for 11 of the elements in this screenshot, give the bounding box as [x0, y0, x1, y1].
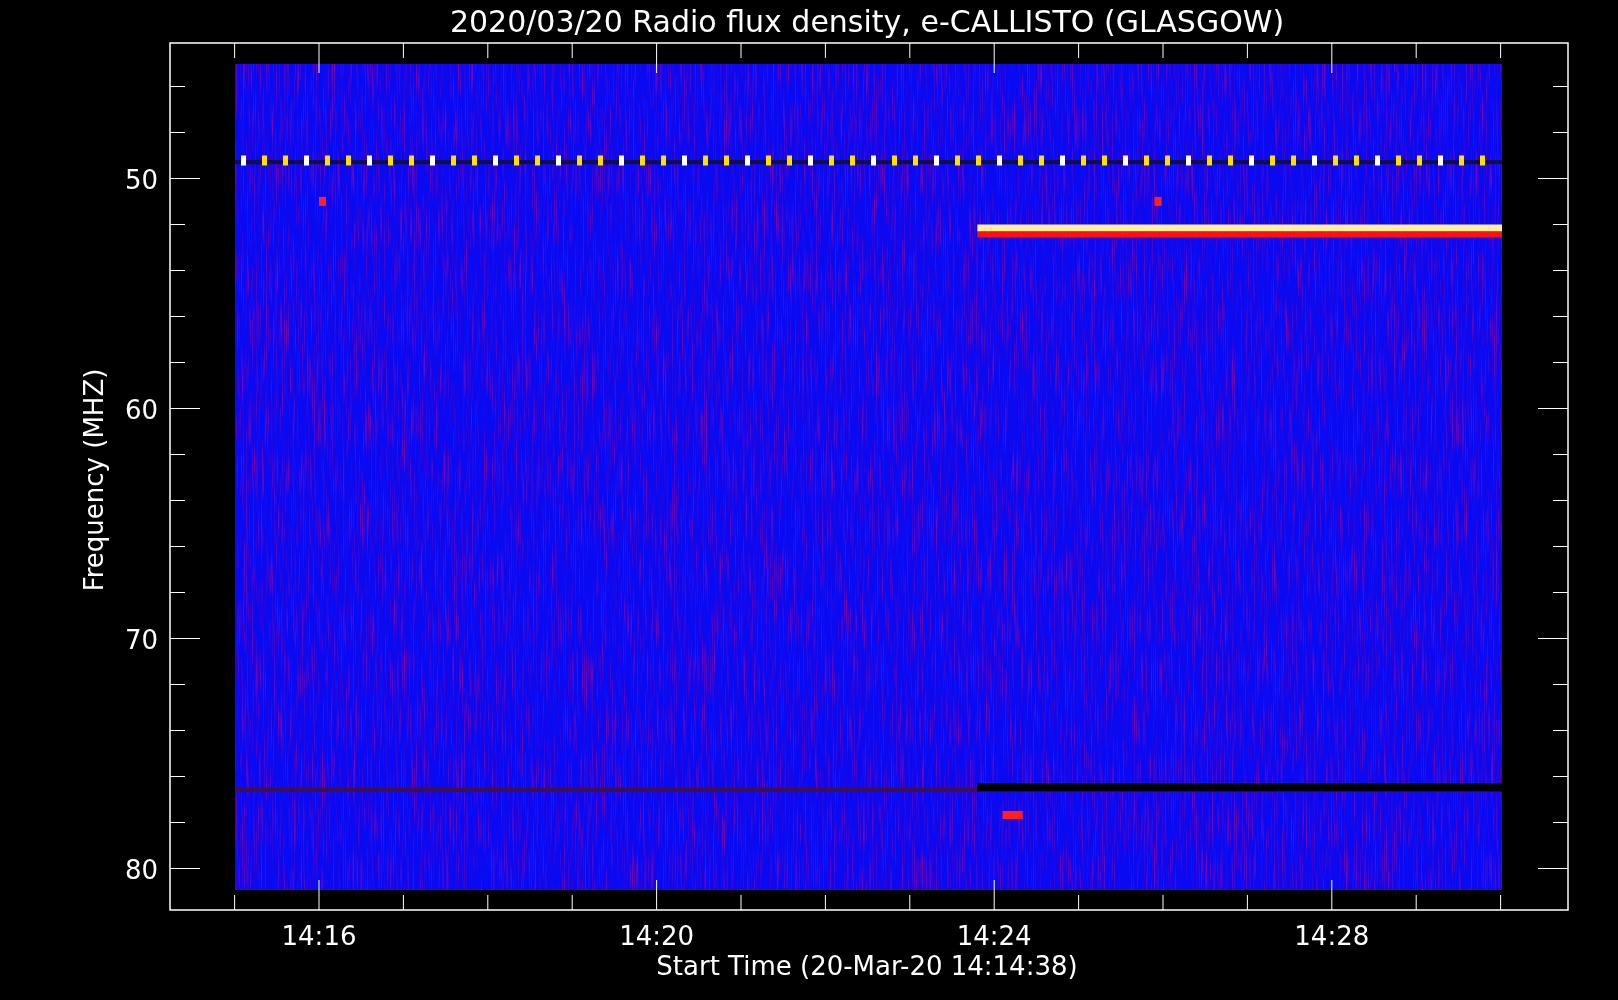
- x-tick-label: 14:28: [1294, 921, 1370, 951]
- y-tick-label: 50: [124, 164, 158, 195]
- x-tick-label: 14:16: [281, 921, 357, 951]
- y-axis-label: Frequency (MHZ): [79, 368, 109, 592]
- x-axis-label: Start Time (20-Mar-20 14:14:38): [656, 951, 1078, 981]
- y-tick-label: 70: [124, 624, 158, 655]
- chart-title: 2020/03/20 Radio flux density, e-CALLISTO (GLASGOW): [449, 4, 1285, 39]
- y-tick-label: 80: [124, 854, 158, 885]
- x-tick-label: 14:20: [619, 921, 695, 951]
- y-tick-label: 60: [124, 394, 158, 425]
- x-tick-label: 14:24: [956, 921, 1032, 951]
